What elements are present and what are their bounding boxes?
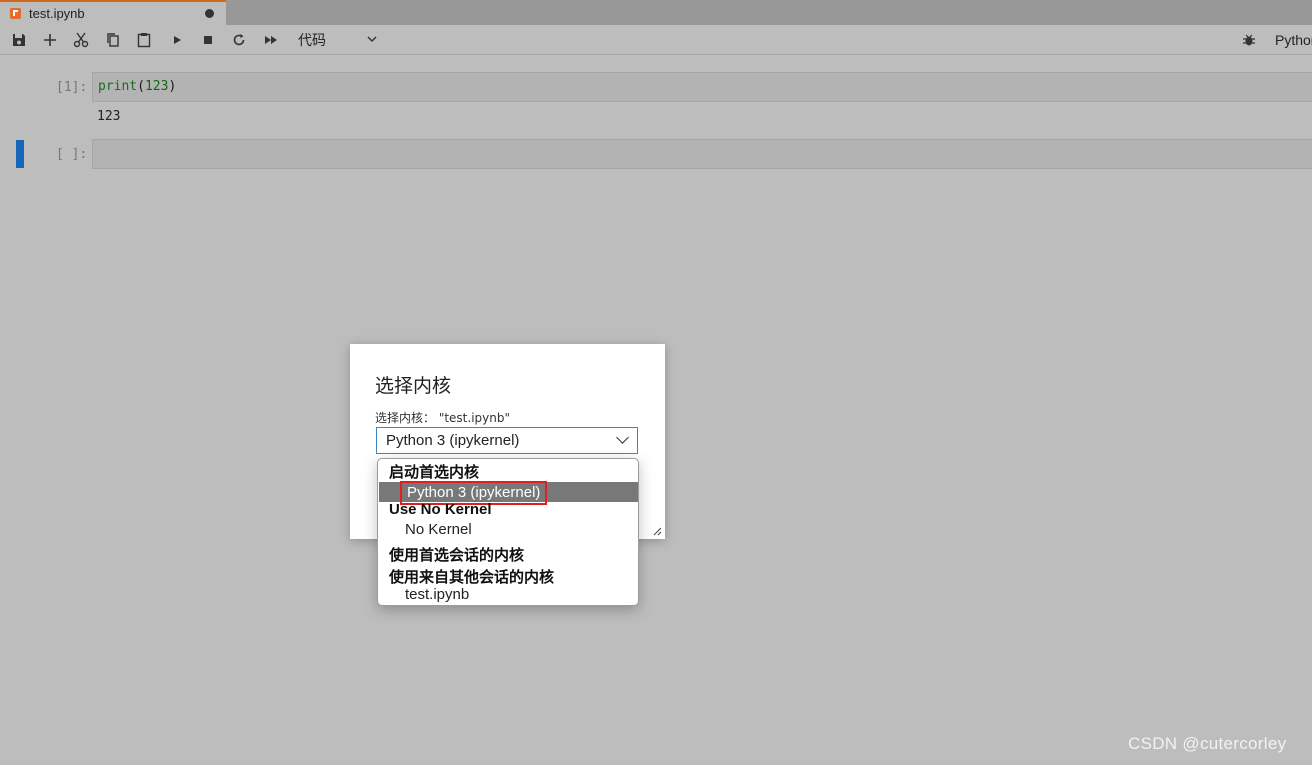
active-cell-indicator — [16, 140, 24, 168]
restart-icon[interactable] — [230, 31, 248, 49]
group-preferred-session-kernel: 使用首选会话的内核 — [389, 547, 525, 564]
cell-type-select[interactable]: 代码 — [298, 30, 326, 50]
save-icon[interactable] — [10, 31, 28, 49]
group-use-no-kernel: Use No Kernel — [389, 501, 492, 518]
watermark: CSDN @cutercorley — [1128, 734, 1287, 753]
add-cell-icon[interactable] — [41, 31, 59, 49]
dialog-label: 选择内核： "test.ipynb" — [375, 411, 510, 425]
run-icon[interactable] — [168, 31, 186, 49]
group-start-preferred-kernel: 启动首选内核 — [389, 464, 480, 481]
resize-grip-icon[interactable] — [653, 527, 662, 536]
notebook-toolbar: 代码 Python — [0, 25, 1312, 55]
copy-icon[interactable] — [104, 31, 122, 49]
kernel-name[interactable]: Python — [1275, 32, 1312, 48]
chevron-down-icon[interactable] — [367, 33, 377, 46]
code-cell-input[interactable]: print(123) — [92, 72, 1312, 102]
option-test-ipynb[interactable]: test.ipynb — [405, 586, 469, 603]
bug-icon[interactable] — [1240, 31, 1258, 49]
kernel-select[interactable]: Python 3 (ipykernel) — [376, 427, 638, 454]
kernel-dropdown-list: 启动首选内核 Python 3 (ipykernel) Use No Kerne… — [377, 458, 639, 606]
tab-bar: test.ipynb — [0, 0, 1312, 25]
unsaved-dot-icon[interactable] — [205, 9, 214, 18]
fast-forward-icon[interactable] — [262, 31, 280, 49]
cut-icon[interactable] — [72, 31, 90, 49]
notebook-icon — [10, 8, 21, 19]
notebook-tab[interactable]: test.ipynb — [0, 0, 226, 25]
option-no-kernel[interactable]: No Kernel — [405, 521, 472, 538]
code-text: print(123) — [98, 79, 177, 94]
tab-title: test.ipynb — [29, 6, 85, 21]
cell-prompt: [ ]: — [56, 147, 88, 162]
cell-prompt: [1]: — [56, 80, 88, 95]
chevron-down-icon — [616, 431, 629, 444]
paste-icon[interactable] — [135, 31, 153, 49]
option-python3-ipykernel[interactable]: Python 3 (ipykernel) — [379, 481, 638, 505]
code-cell-input[interactable] — [92, 139, 1312, 169]
dialog-title: 选择内核 — [375, 375, 452, 397]
stop-icon[interactable] — [199, 31, 217, 49]
cell-output: 123 — [97, 109, 121, 124]
kernel-select-value: Python 3 (ipykernel) — [386, 432, 520, 449]
group-other-session-kernel: 使用来自其他会话的内核 — [389, 569, 555, 586]
